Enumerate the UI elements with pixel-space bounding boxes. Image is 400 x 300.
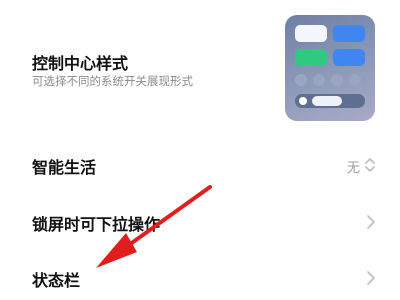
preview-toggle-dot <box>331 74 343 86</box>
control-center-preview-thumbnail[interactable] <box>285 15 375 121</box>
control-center-style-row[interactable]: 控制中心样式 可选择不同的系统开关展现形式 <box>0 0 400 140</box>
preview-slider-fill <box>312 96 342 106</box>
control-center-style-title: 控制中心样式 <box>32 54 129 73</box>
status-bar-title: 状态栏 <box>32 271 81 290</box>
preview-tile-blue-2 <box>333 49 365 66</box>
preview-toggle-dot <box>295 74 307 86</box>
smart-life-value: 无 <box>346 161 360 176</box>
updown-chevron-icon <box>365 158 375 172</box>
preview-tile-green <box>295 49 327 66</box>
chevron-right-icon <box>367 215 375 229</box>
smart-life-title: 智能生活 <box>32 158 97 177</box>
lock-screen-pulldown-row[interactable]: 锁屏时可下拉操作 <box>0 198 400 250</box>
chevron-right-icon <box>367 271 375 285</box>
preview-tile-white <box>295 25 327 42</box>
preview-tile-blue <box>333 25 365 42</box>
preview-toggle-dot <box>349 74 361 86</box>
lock-screen-pulldown-title: 锁屏时可下拉操作 <box>32 215 161 234</box>
smart-life-row[interactable]: 智能生活 无 <box>0 140 400 192</box>
status-bar-row[interactable]: 状态栏 <box>0 255 400 300</box>
preview-slider-knob <box>299 97 307 105</box>
preview-toggle-dot <box>313 74 325 86</box>
control-center-style-subtitle: 可选择不同的系统开关展现形式 <box>32 74 193 88</box>
